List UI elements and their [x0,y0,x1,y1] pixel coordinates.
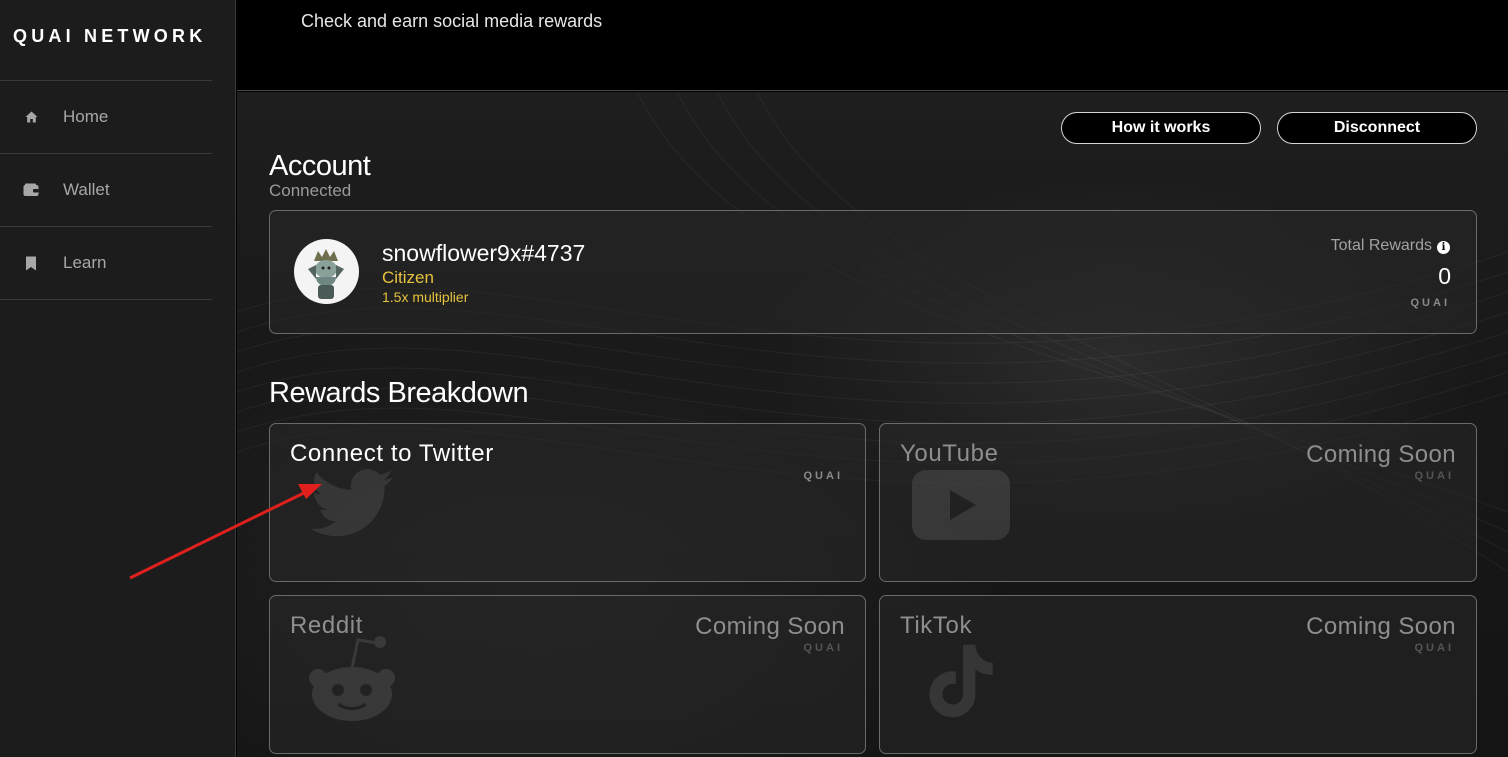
main-content: How it works Disconnect Account Connecte… [237,92,1508,757]
account-card: snowflower9x#4737 Citizen 1.5x multiplie… [269,210,1477,334]
currency-label: QUAI [803,470,843,482]
youtube-card-title: YouTube [900,440,999,467]
account-title: Account [269,150,371,182]
username: snowflower9x#4737 [382,240,586,266]
currency-label: QUAI [1414,642,1454,654]
total-rewards-value: 0 [1438,263,1451,289]
multiplier-label: 1.5x multiplier [382,289,469,305]
tiktok-card-title: TikTok [900,612,973,639]
account-status: Connected [269,181,352,200]
how-it-works-button[interactable]: How it works [1061,112,1261,144]
sidebar-item-label: Learn [63,253,107,272]
info-icon[interactable]: i [1437,241,1450,254]
sidebar-item-home[interactable]: Home [0,81,212,154]
tiktok-icon [929,644,993,718]
currency-label: QUAI [803,642,843,654]
total-rewards-label: Total Rewards [1330,237,1432,254]
coming-soon-label: Coming Soon [1306,613,1456,640]
sidebar-item-label: Wallet [63,180,110,199]
reddit-card-title: Reddit [290,612,363,639]
youtube-icon [912,470,1010,540]
bookmark-icon [23,255,39,271]
reddit-card: Reddit Coming Soon QUAI [269,595,866,754]
twitter-card[interactable]: Connect to Twitter QUAI [269,423,866,582]
rewards-title: Rewards Breakdown [269,377,529,409]
avatar[interactable] [294,239,359,304]
currency-label: QUAI [1410,297,1450,309]
twitter-card-title[interactable]: Connect to Twitter [290,440,494,468]
app-logo[interactable]: QUAI NETWORK [13,26,206,47]
home-icon [23,109,39,125]
page-header: Check and earn social media rewards [237,0,1508,91]
disconnect-button[interactable]: Disconnect [1277,112,1477,144]
reddit-icon [309,636,395,721]
wallet-icon [23,182,39,198]
tiktok-card: TikTok Coming Soon QUAI [879,595,1477,754]
coming-soon-label: Coming Soon [1306,441,1456,468]
page-subtitle: Check and earn social media rewards [301,11,603,31]
sidebar-item-label: Home [63,107,109,126]
sidebar-item-learn[interactable]: Learn [0,227,212,300]
sidebar: QUAI NETWORK Home Wallet Learn [0,0,236,757]
youtube-card: YouTube Coming Soon QUAI [879,423,1477,582]
rank-label: Citizen [382,268,434,287]
coming-soon-label: Coming Soon [695,613,845,640]
twitter-icon [310,469,394,537]
currency-label: QUAI [1414,470,1454,482]
sidebar-item-wallet[interactable]: Wallet [0,154,212,227]
